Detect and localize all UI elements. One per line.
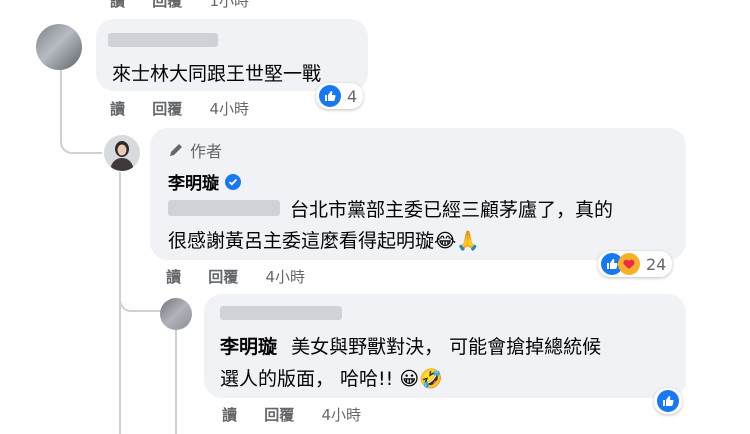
comment-bubble-3: 李明璇 美女與野獸對決， 可能會搶掉總統候 選人的版面， 哈哈!! 😀🤣: [204, 294, 686, 398]
thread-line-1: [60, 66, 102, 154]
comment-bubble-1: 來士林大同跟王世堅一戰: [96, 19, 368, 91]
comment-actions-3: 讀 回覆 4小時: [222, 404, 383, 425]
timestamp[interactable]: 1小時: [210, 0, 250, 10]
thread-line-4: [175, 330, 177, 434]
read-button[interactable]: 讀: [110, 0, 125, 10]
read-button[interactable]: 讀: [110, 100, 125, 118]
comment-bubble-2: 作者 李明璇 台北市黨部主委已經三顧茅廬了，真的 很感謝黃呂主委這麼看得起明璇😂…: [150, 128, 686, 260]
timestamp[interactable]: 4小時: [210, 100, 250, 118]
comment-text-line-2: 選人的版面， 哈哈!! 😀🤣: [220, 368, 443, 390]
author-name-row: 李明璇: [168, 169, 241, 194]
comment-actions-2: 讀 回覆 4小時: [166, 266, 327, 287]
read-button[interactable]: 讀: [222, 406, 237, 424]
avatar[interactable]: [160, 298, 192, 330]
like-icon: [319, 85, 341, 107]
redacted-mention: [168, 200, 280, 216]
comment-text-line-2: 很感謝黃呂主委這麼看得起明璇😂🙏: [168, 230, 480, 252]
reaction-summary[interactable]: 4: [316, 83, 364, 109]
redacted-name: [108, 33, 218, 47]
author-mention[interactable]: 李明璇: [220, 336, 277, 358]
comment-text-line-1: 美女與野獸對決， 可能會搶掉總統候: [291, 336, 602, 358]
reply-button[interactable]: 回覆: [208, 268, 238, 286]
reaction-count: 4: [347, 86, 358, 106]
author-badge-label: 作者: [190, 142, 223, 161]
reaction-count: 24: [646, 254, 667, 274]
reaction-summary[interactable]: [654, 388, 682, 414]
comment-line-1: 李明璇 美女與野獸對決， 可能會搶掉總統候: [220, 332, 601, 359]
author-avatar[interactable]: [104, 135, 140, 171]
comment-text-line-1: 台北市黨部主委已經三顧茅廬了，真的: [290, 199, 614, 221]
author-name[interactable]: 李明璇: [168, 169, 219, 194]
comment-text: 來士林大同跟王世堅一戰: [112, 63, 322, 85]
author-badge: 作者: [168, 138, 222, 162]
reaction-summary[interactable]: 24: [598, 251, 673, 277]
verified-icon: [225, 173, 241, 190]
reply-button[interactable]: 回覆: [264, 406, 294, 424]
comment-actions-1: 讀 回覆 4小時: [110, 98, 271, 119]
timestamp[interactable]: 4小時: [266, 268, 306, 286]
timestamp[interactable]: 4小時: [322, 406, 362, 424]
reply-button[interactable]: 回覆: [152, 0, 182, 10]
reply-button[interactable]: 回覆: [152, 100, 182, 118]
read-button[interactable]: 讀: [166, 268, 181, 286]
avatar[interactable]: [36, 24, 82, 70]
top-comment-actions: 讀 回覆 1小時: [110, 0, 271, 11]
pencil-icon: [170, 144, 182, 156]
redacted-mention: [220, 306, 342, 320]
thread-line-3: [119, 300, 121, 434]
like-icon: [657, 390, 679, 412]
care-icon: [618, 253, 640, 275]
